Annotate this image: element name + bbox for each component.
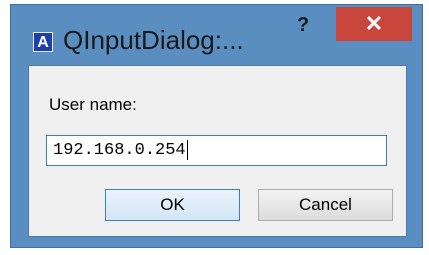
app-icon: A [33, 32, 53, 52]
help-button[interactable]: ? [283, 11, 323, 39]
user-name-input[interactable]: 192.168.0.254 [46, 135, 387, 166]
user-name-label: User name: [49, 95, 137, 114]
window-title: QInputDialog:... [63, 25, 244, 55]
cancel-button[interactable]: Cancel [258, 189, 393, 221]
input-dialog-window: A QInputDialog:... ? ✕ User name: 192.16… [10, 4, 423, 248]
dialog-body: User name: 192.168.0.254 OK Cancel [28, 65, 407, 237]
ok-button[interactable]: OK [105, 189, 240, 221]
close-button[interactable]: ✕ [336, 7, 412, 41]
user-name-input-value: 192.168.0.254 [53, 141, 186, 160]
title-bar[interactable]: A QInputDialog:... ? ✕ [11, 5, 422, 63]
text-caret [186, 139, 188, 160]
